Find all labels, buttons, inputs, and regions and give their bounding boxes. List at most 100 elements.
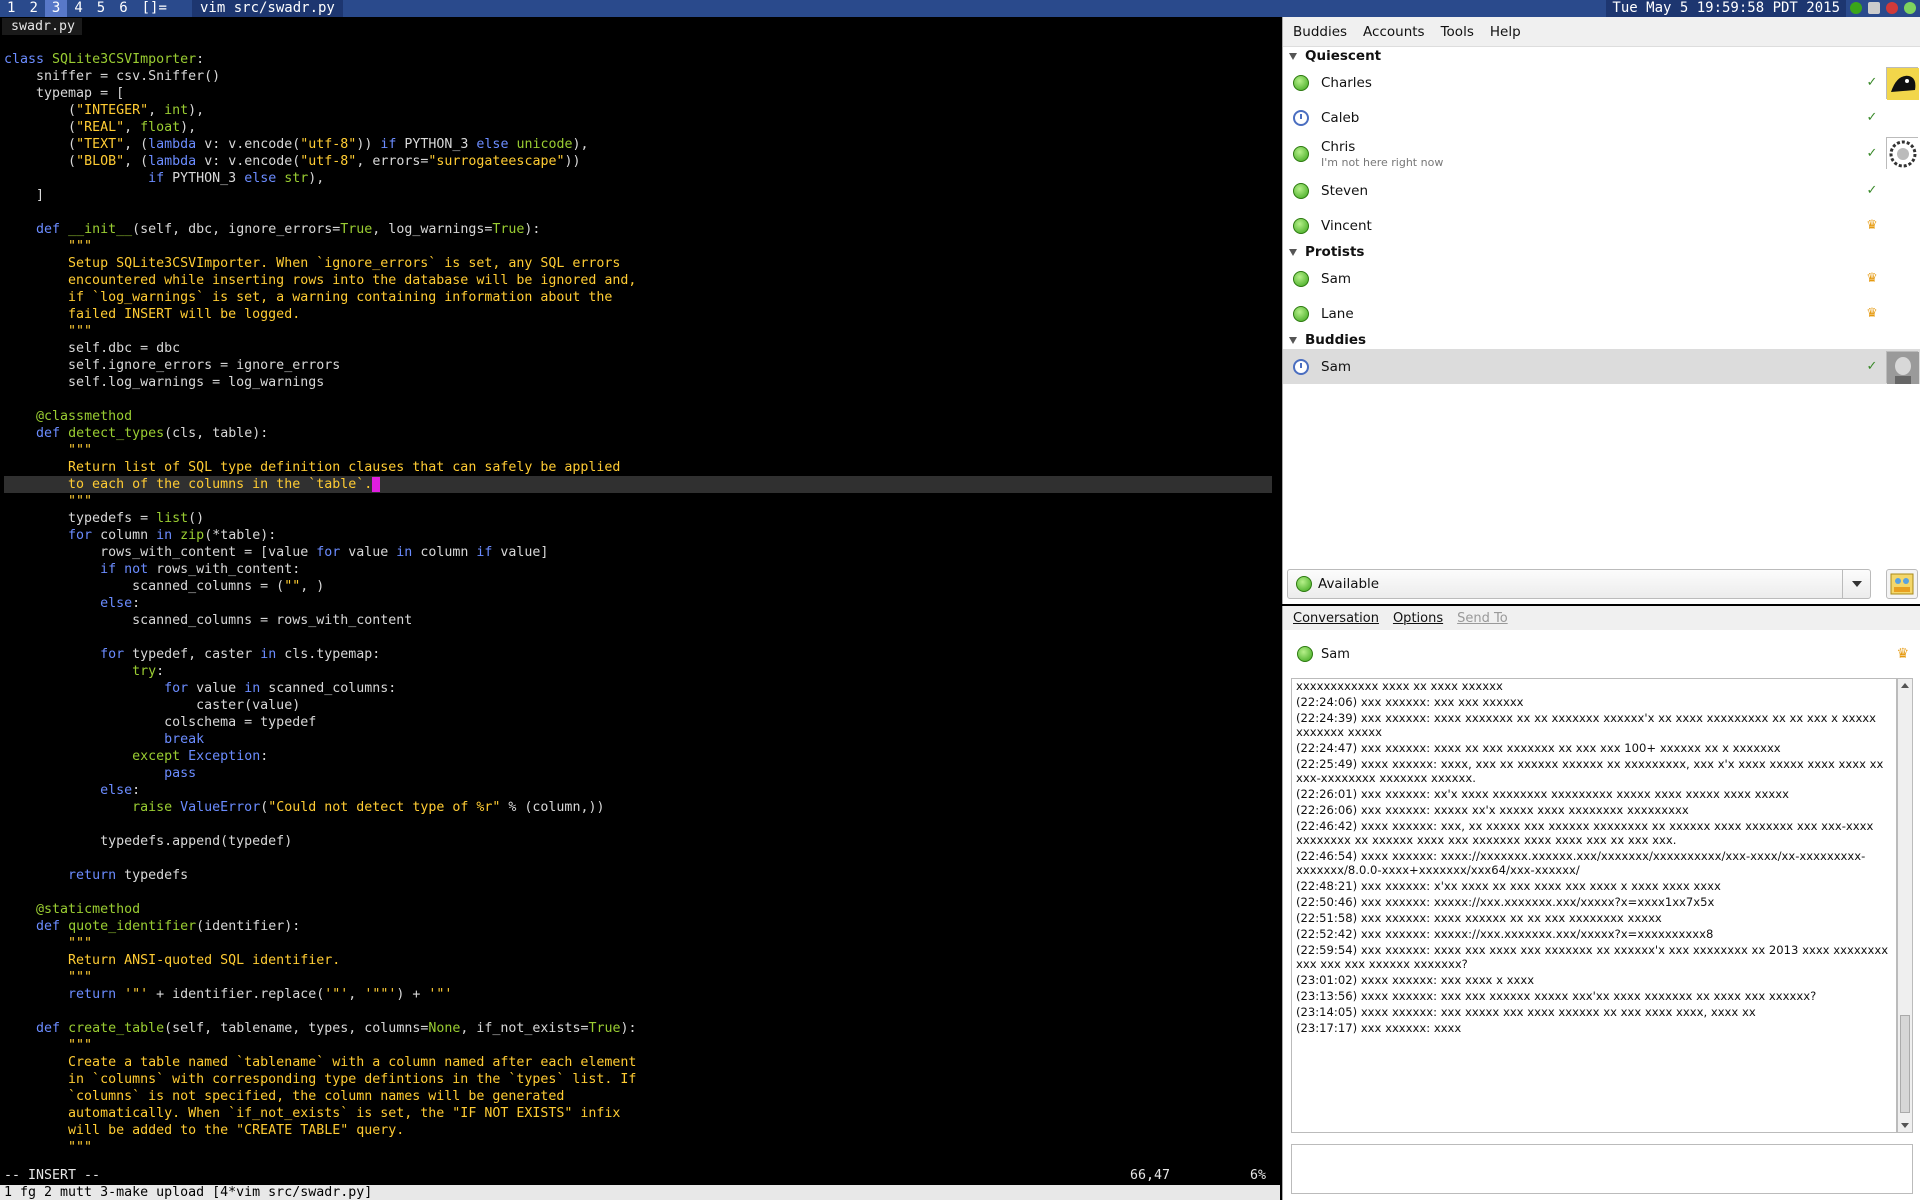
code-line[interactable] [4,629,1272,646]
buddy-group-header[interactable]: Protists [1283,243,1920,261]
workspace-tag[interactable]: 3 [44,0,68,17]
status-selector[interactable]: Available [1287,569,1871,599]
code-line[interactable]: sniffer = csv.Sniffer() [4,68,1272,85]
buddy-row[interactable]: Steven ✓ [1283,173,1920,208]
code-line[interactable]: failed INSERT will be logged. [4,306,1272,323]
code-line[interactable]: @classmethod [4,408,1272,425]
menu-tools[interactable]: Tools [1441,24,1474,40]
code-line[interactable]: def quote_identifier(identifier): [4,918,1272,935]
buddy-group-header[interactable]: Buddies [1283,331,1920,349]
code-line[interactable]: Return ANSI-quoted SQL identifier. [4,952,1272,969]
expander-icon[interactable] [1289,336,1297,344]
code-line[interactable]: in `columns` with corresponding type def… [4,1071,1272,1088]
scroll-down-icon[interactable] [1901,1123,1909,1128]
pidgin-tray-icon[interactable] [1904,2,1916,14]
code-line[interactable]: class SQLite3CSVImporter: [4,51,1272,68]
code-line[interactable]: ("TEXT", (lambda v: v.encode("utf-8")) i… [4,136,1272,153]
menu-options[interactable]: Options [1393,611,1443,626]
code-line[interactable]: typedefs.append(typedef) [4,833,1272,850]
menu-help[interactable]: Help [1490,24,1521,40]
code-line[interactable] [4,391,1272,408]
code-line[interactable]: ("BLOB", (lambda v: v.encode("utf-8", er… [4,153,1272,170]
code-line[interactable] [4,1003,1272,1020]
code-line[interactable]: def __init__(self, dbc, ignore_errors=Tr… [4,221,1272,238]
code-line[interactable] [4,850,1272,867]
code-line[interactable]: typemap = [ [4,85,1272,102]
expander-icon[interactable] [1289,248,1297,256]
code-line[interactable]: """ [4,935,1272,952]
code-line[interactable]: if not rows_with_content: [4,561,1272,578]
code-line[interactable]: pass [4,765,1272,782]
code-line[interactable]: @staticmethod [4,901,1272,918]
code-line[interactable]: self.ignore_errors = ignore_errors [4,357,1272,374]
code-line[interactable] [4,816,1272,833]
code-line[interactable]: automatically. When `if_not_exists` is s… [4,1105,1272,1122]
volume-icon[interactable] [1868,2,1880,14]
buddy-row[interactable]: Sam ✓ [1283,349,1920,384]
code-line[interactable]: self.dbc = dbc [4,340,1272,357]
vim-tab-filename[interactable]: swadr.py [2,18,82,35]
code-line[interactable]: else: [4,595,1272,612]
code-line[interactable]: ] [4,187,1272,204]
code-line[interactable]: caster(value) [4,697,1272,714]
menu-accounts[interactable]: Accounts [1363,24,1425,40]
code-line[interactable]: """ [4,1037,1272,1054]
code-line[interactable]: if `log_warnings` is set, a warning cont… [4,289,1272,306]
workspace-tag[interactable]: []= [135,0,174,17]
account-icon-button[interactable] [1886,569,1918,599]
workspace-tag[interactable]: 6 [112,0,134,17]
scrollbar-thumb[interactable] [1900,1015,1910,1113]
code-line[interactable]: """ [4,238,1272,255]
code-line[interactable]: else: [4,782,1272,799]
code-line[interactable]: """ [4,442,1272,459]
buddy-row[interactable]: Chris I'm not here right now ✓ [1283,135,1920,173]
code-line[interactable]: colschema = typedef [4,714,1272,731]
code-line[interactable]: """ [4,969,1272,986]
code-line[interactable]: break [4,731,1272,748]
status-dropdown-button[interactable] [1842,570,1870,598]
workspace-tag[interactable]: 2 [22,0,44,17]
code-line[interactable]: if PYTHON_3 else str), [4,170,1272,187]
code-line[interactable]: def detect_types(cls, table): [4,425,1272,442]
scroll-up-icon[interactable] [1901,683,1909,688]
code-line[interactable]: raise ValueError("Could not detect type … [4,799,1272,816]
code-line[interactable]: to each of the columns in the `table`. [4,476,1272,493]
code-line[interactable]: scanned_columns = rows_with_content [4,612,1272,629]
conversation-log[interactable]: xxxxxxxxxxxx xxxx xx xxxx xxxxxx (22:24:0… [1291,678,1897,1133]
code-line[interactable]: Create a table named `tablename` with a … [4,1054,1272,1071]
code-line[interactable]: """ [4,1139,1272,1156]
code-line[interactable]: typedefs = list() [4,510,1272,527]
menu-buddies[interactable]: Buddies [1293,24,1347,40]
code-buffer[interactable]: class SQLite3CSVImporter: sniffer = csv.… [4,51,1272,1156]
buddy-row[interactable]: Charles ✓ [1283,65,1920,100]
code-line[interactable]: return typedefs [4,867,1272,884]
code-line[interactable]: Setup SQLite3CSVImporter. When `ignore_e… [4,255,1272,272]
buddy-row[interactable]: Sam ♛ [1283,261,1920,296]
code-line[interactable]: except Exception: [4,748,1272,765]
code-line[interactable]: ("INTEGER", int), [4,102,1272,119]
buddy-row[interactable]: Caleb ✓ [1283,100,1920,135]
message-input[interactable] [1291,1144,1913,1194]
code-line[interactable]: Return list of SQL type definition claus… [4,459,1272,476]
code-line[interactable]: for value in scanned_columns: [4,680,1272,697]
vim-editor[interactable]: swadr.py class SQLite3CSVImporter: sniff… [0,17,1280,1200]
code-line[interactable]: scanned_columns = ("", ) [4,578,1272,595]
workspace-tag[interactable]: 4 [67,0,89,17]
buddy-group-header[interactable]: Quiescent [1283,47,1920,65]
code-line[interactable]: """ [4,323,1272,340]
code-line[interactable]: self.log_warnings = log_warnings [4,374,1272,391]
code-line[interactable]: """ [4,493,1272,510]
code-line[interactable]: ("REAL", float), [4,119,1272,136]
menu-conversation[interactable]: Conversation [1293,611,1379,626]
buddy-row[interactable]: Vincent ♛ [1283,208,1920,243]
workspace-tag[interactable]: 1 [0,0,22,17]
buddy-row[interactable]: Lane ♛ [1283,296,1920,331]
code-line[interactable]: rows_with_content = [value for value in … [4,544,1272,561]
code-line[interactable]: for typedef, caster in cls.typemap: [4,646,1272,663]
network-icon[interactable] [1850,2,1862,14]
workspace-tag[interactable]: 5 [90,0,112,17]
code-line[interactable]: will be added to the "CREATE TABLE" quer… [4,1122,1272,1139]
battery-icon[interactable] [1886,2,1898,14]
code-line[interactable] [4,884,1272,901]
expander-icon[interactable] [1289,52,1297,60]
